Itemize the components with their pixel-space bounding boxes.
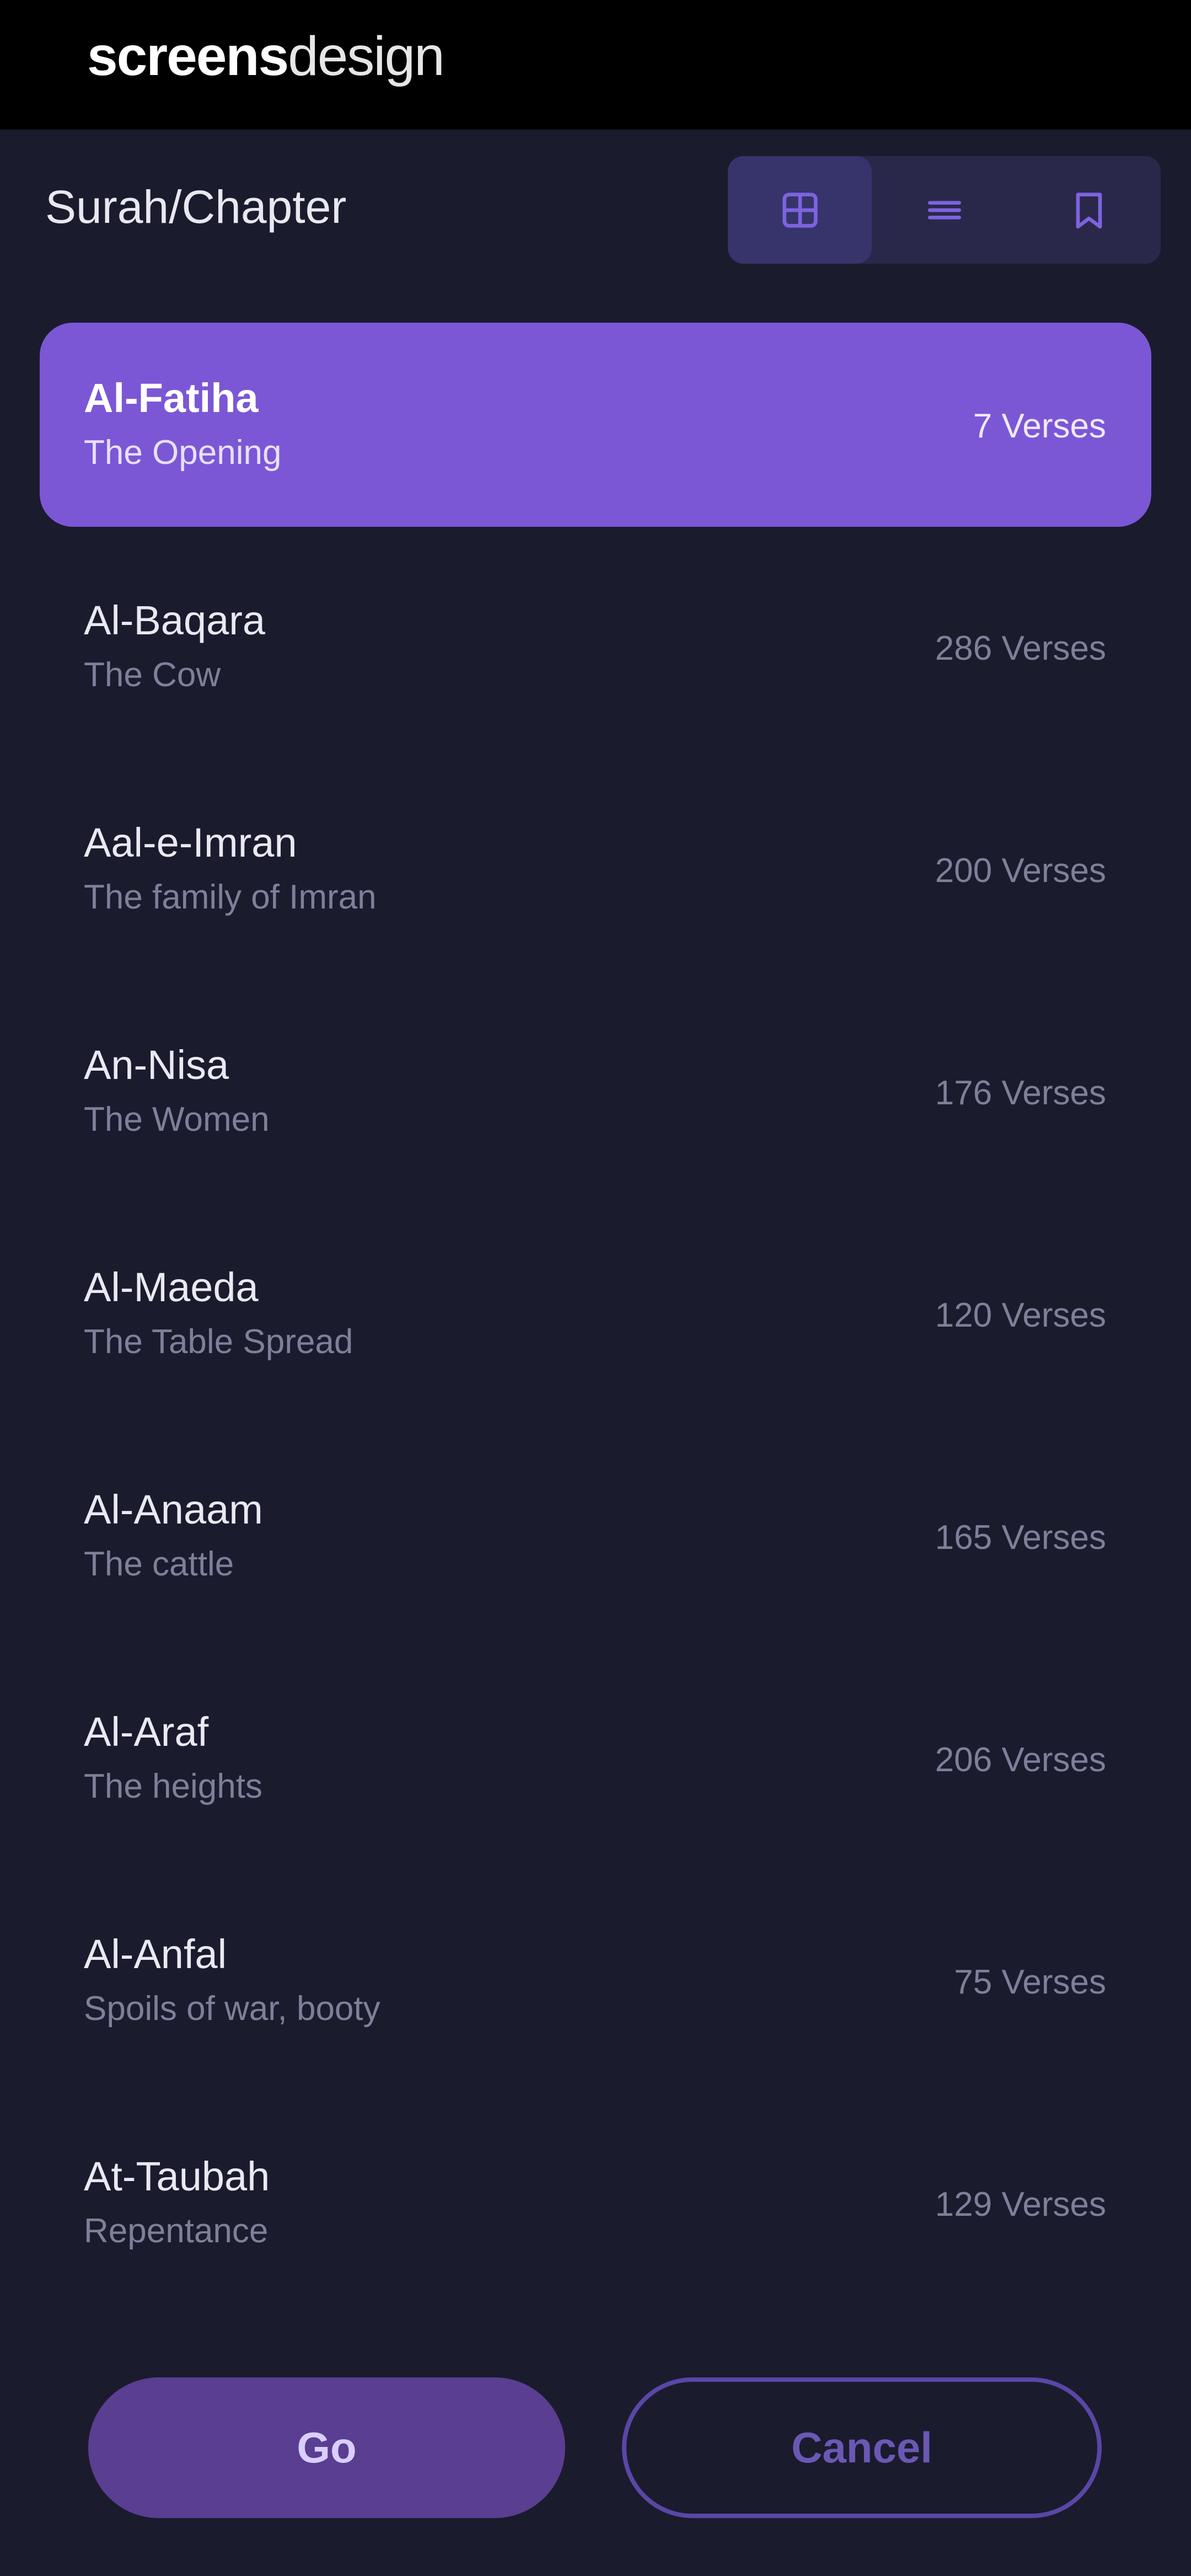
- surah-name: An-Nisa: [84, 1042, 229, 1088]
- surah-meaning: Spoils of war, booty: [84, 1990, 380, 2028]
- surah-meaning: The Opening: [84, 434, 282, 472]
- surah-item-al-anaam[interactable]: Al-Anaam The cattle 165 Verses: [40, 1434, 1151, 1638]
- surah-item-aal-e-imran[interactable]: Aal-e-Imran The family of Imran 200 Vers…: [40, 767, 1151, 971]
- list-view-button[interactable]: [872, 156, 1016, 264]
- surah-name: Al-Maeda: [84, 1264, 259, 1310]
- verse-count: 200 Verses: [935, 852, 1106, 890]
- bookmark-view-button[interactable]: [1017, 156, 1161, 264]
- surah-name: Al-Araf: [84, 1709, 209, 1755]
- brand-logo-strong: screens: [87, 25, 289, 87]
- verse-count: 165 Verses: [935, 1519, 1106, 1557]
- verse-count: 206 Verses: [935, 1741, 1106, 1779]
- surah-list: Al-Fatiha The Opening 7 Verses Al-Baqara…: [0, 323, 1191, 2323]
- surah-meaning: The heights: [84, 1767, 262, 1805]
- surah-item-at-taubah[interactable]: At-Taubah Repentance 129 Verses: [40, 2101, 1151, 2305]
- surah-picker-screen: screensdesign Surah/Chapter Al-Fatiha Th…: [0, 0, 1191, 2576]
- surah-meaning: The Cow: [84, 656, 221, 694]
- verse-count: 7 Verses: [973, 407, 1106, 445]
- surah-item-an-nisa[interactable]: An-Nisa The Women 176 Verses: [40, 990, 1151, 1194]
- surah-meaning: Repentance: [84, 2212, 269, 2250]
- surah-name: Al-Anfal: [84, 1931, 227, 1977]
- surah-item-al-araf[interactable]: Al-Araf The heights 206 Verses: [40, 1656, 1151, 1861]
- surah-item-al-baqara[interactable]: Al-Baqara The Cow 286 Verses: [40, 545, 1151, 749]
- header-row: Surah/Chapter: [0, 130, 1191, 290]
- verse-count: 176 Verses: [935, 1074, 1106, 1112]
- surah-meaning: The Women: [84, 1100, 270, 1139]
- surah-name: Al-Fatiha: [84, 375, 259, 421]
- surah-name: Al-Baqara: [84, 597, 266, 643]
- go-button[interactable]: Go: [88, 2377, 565, 2518]
- surah-meaning: The cattle: [84, 1545, 234, 1583]
- bookmark-icon: [1076, 192, 1102, 228]
- action-bar: Go Cancel: [0, 2377, 1191, 2526]
- surah-name: At-Taubah: [84, 2153, 270, 2199]
- surah-meaning: The Table Spread: [84, 1323, 353, 1361]
- verse-count: 120 Verses: [935, 1296, 1106, 1334]
- surah-name: Aal-e-Imran: [84, 820, 297, 865]
- top-bar: screensdesign: [0, 0, 1191, 130]
- surah-name: Al-Anaam: [84, 1487, 263, 1532]
- verse-count: 286 Verses: [935, 629, 1106, 667]
- verse-count: 75 Verses: [954, 1963, 1106, 2001]
- page-title: Surah/Chapter: [45, 181, 347, 233]
- verse-count: 129 Verses: [935, 2185, 1106, 2224]
- surah-item-al-maeda[interactable]: Al-Maeda The Table Spread 120 Verses: [40, 1212, 1151, 1416]
- brand-logo: screensdesign: [87, 23, 445, 89]
- grid-view-button[interactable]: [728, 156, 872, 264]
- grid-icon: [782, 192, 818, 228]
- surah-item-al-anfal[interactable]: Al-Anfal Spoils of war, booty 75 Verses: [40, 1879, 1151, 2083]
- cancel-button[interactable]: Cancel: [622, 2377, 1102, 2518]
- view-switcher: [728, 156, 1161, 264]
- brand-logo-light: design: [288, 25, 445, 87]
- surah-meaning: The family of Imran: [84, 878, 377, 916]
- list-icon: [927, 200, 961, 220]
- surah-item-al-fatiha[interactable]: Al-Fatiha The Opening 7 Verses: [40, 323, 1151, 527]
